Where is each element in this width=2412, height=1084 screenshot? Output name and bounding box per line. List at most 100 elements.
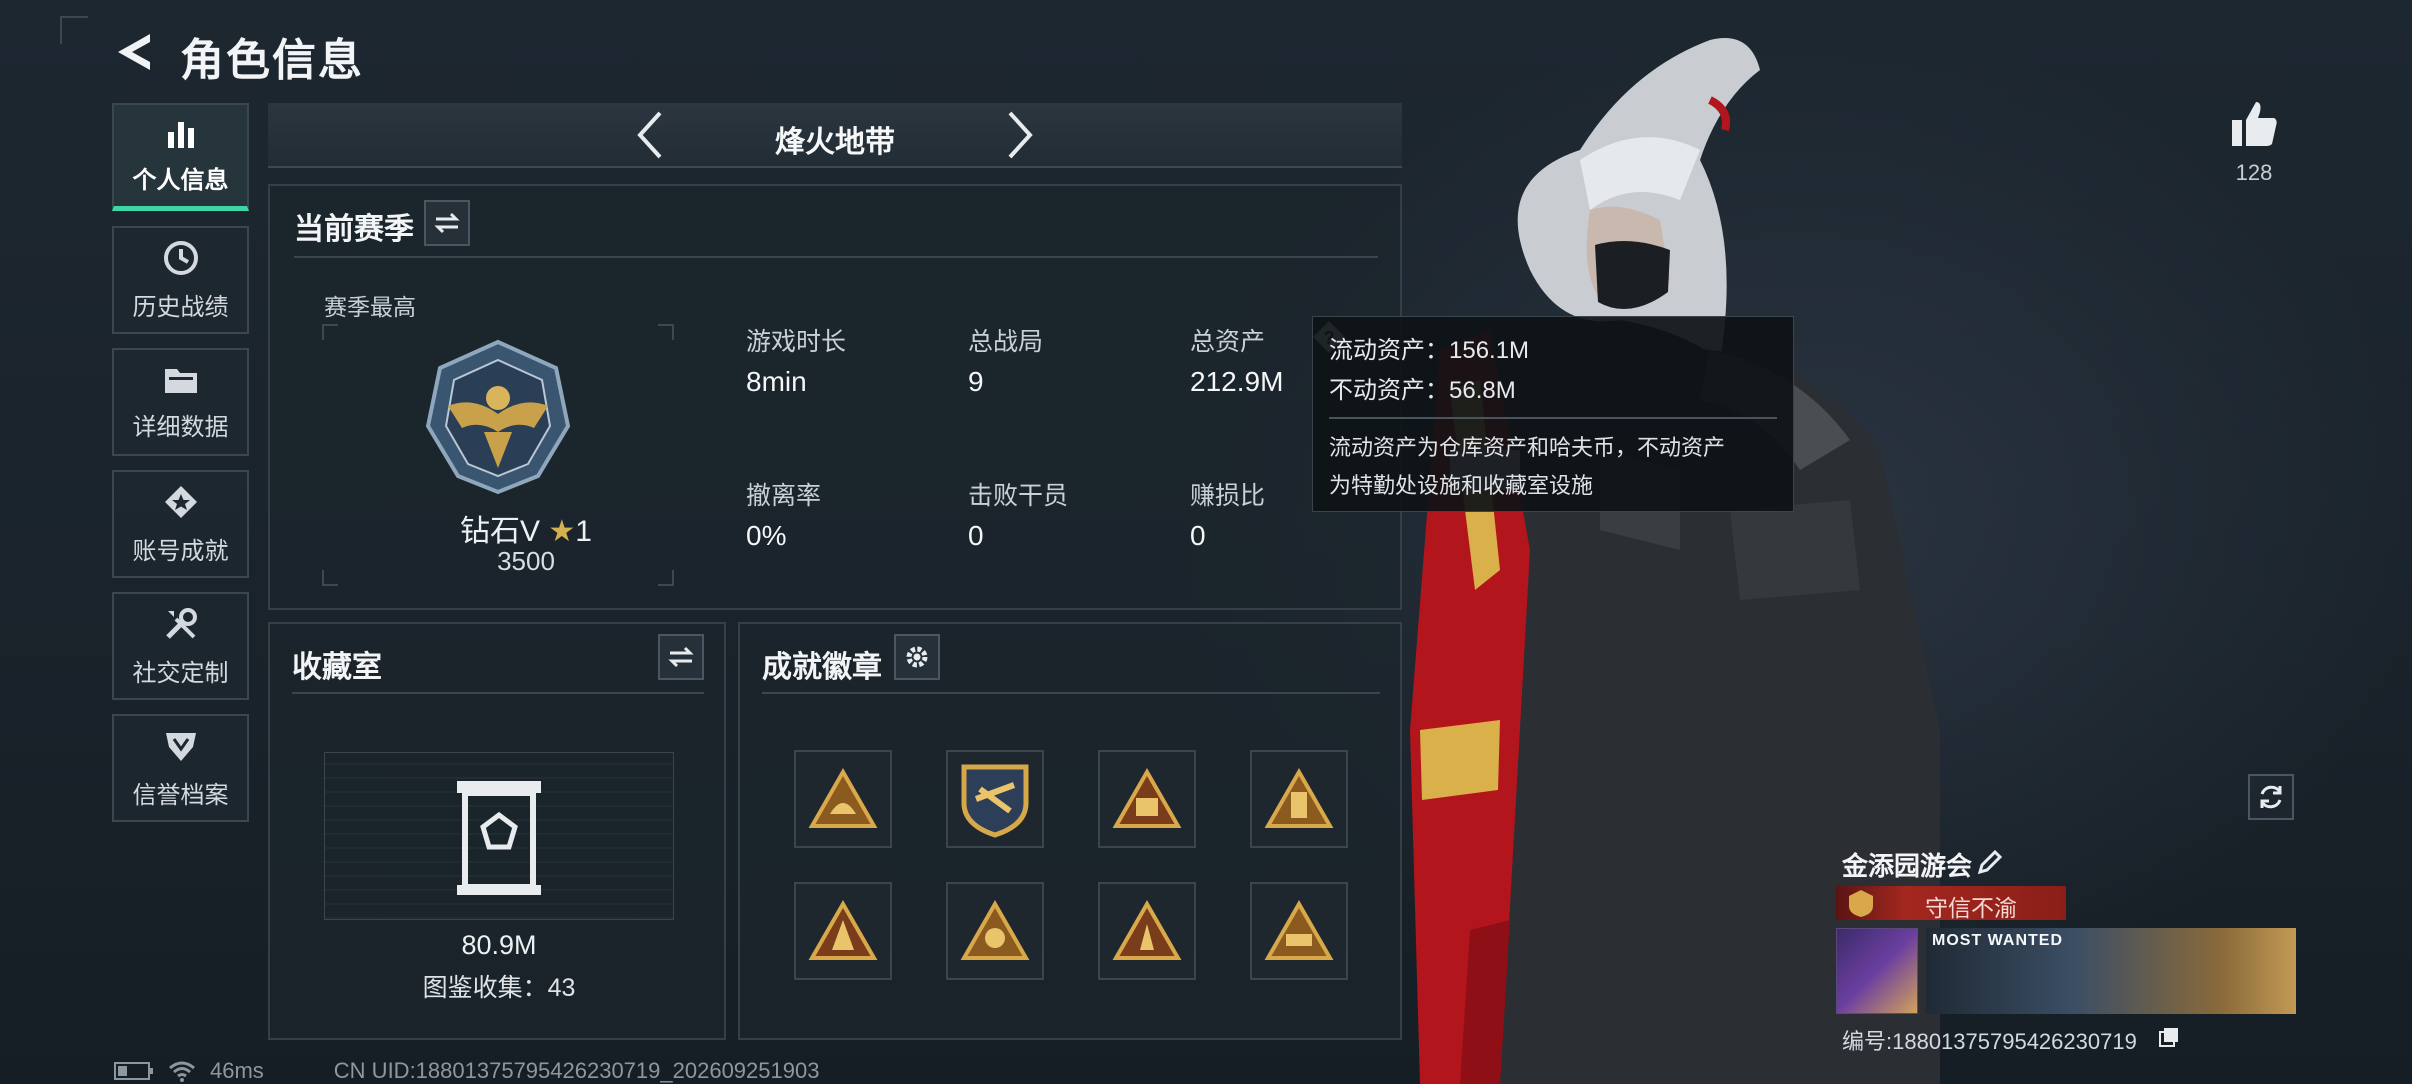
tooltip-desc-line2: 为特勤处设施和收藏室设施 bbox=[1329, 473, 1594, 498]
triangle-badge-icon bbox=[1112, 900, 1182, 960]
collection-room-panel: 收藏室 80.9M 图鉴收集：43 bbox=[268, 622, 726, 1040]
sidebar-item-personal-info[interactable]: 个人信息 bbox=[112, 103, 249, 211]
player-name: 金添园游会 bbox=[1842, 851, 1973, 881]
collection-title: 收藏室 bbox=[292, 651, 382, 684]
triangle-badge-icon bbox=[1264, 900, 1334, 960]
collection-value: 80.9M bbox=[461, 930, 537, 960]
stat-value: 8min bbox=[746, 366, 807, 397]
tooltip-divider bbox=[1329, 417, 1777, 419]
badges-settings-button[interactable] bbox=[894, 634, 940, 680]
ping-value: 46ms bbox=[210, 1058, 264, 1083]
copy-icon bbox=[2159, 1028, 2178, 1047]
current-season-panel: 当前赛季 赛季最高 钻石V ★1 3500 游戏时长 8min 总战局 9 总资… bbox=[268, 184, 1402, 610]
edit-name-button[interactable] bbox=[1976, 848, 2004, 876]
name-card-banner: MOST WANTED bbox=[1926, 928, 2296, 1014]
diamond-rank-emblem-icon bbox=[425, 339, 571, 495]
achievement-badge-slot[interactable] bbox=[946, 882, 1044, 980]
panel-divider bbox=[292, 692, 704, 694]
stat-label: 赚损比 bbox=[1190, 482, 1266, 510]
achievement-badge-slot[interactable] bbox=[1250, 750, 1348, 848]
stat-value: 0 bbox=[968, 520, 984, 551]
player-id: 编号:18801375795426230719 bbox=[1842, 1029, 2137, 1054]
collection-switch-button[interactable] bbox=[658, 634, 704, 680]
battery-icon bbox=[114, 1062, 153, 1080]
sidebar-item-detailed-data[interactable]: 详细数据 bbox=[112, 348, 249, 456]
stat-label: 总战局 bbox=[968, 328, 1044, 356]
liquid-assets: 流动资产：156.1M bbox=[1329, 337, 1530, 364]
stat-label: 游戏时长 bbox=[746, 328, 847, 356]
shield-crest-badge-icon bbox=[961, 764, 1029, 838]
sidebar-item-label: 账号成就 bbox=[132, 537, 229, 565]
asset-tooltip: 流动资产：156.1M 不动资产：56.8M 流动资产为仓库资产和哈夫币，不动资… bbox=[1312, 316, 1794, 512]
triangle-badge-icon bbox=[808, 900, 878, 960]
stat-value: 0% bbox=[746, 520, 787, 551]
gear-icon bbox=[906, 646, 928, 668]
triangle-badge-icon bbox=[1112, 768, 1182, 828]
achievement-badge-slot[interactable] bbox=[1098, 750, 1196, 848]
like-button[interactable] bbox=[2228, 98, 2280, 150]
stat-label: 总资产 bbox=[1190, 328, 1266, 356]
stat-value: 212.9M bbox=[1190, 366, 1284, 397]
banner-text: MOST WANTED bbox=[1932, 932, 2063, 949]
catalog-count: 图鉴收集：43 bbox=[422, 974, 576, 1002]
rank-name-row: 钻石V ★1 bbox=[426, 506, 626, 550]
achievement-badge-slot[interactable] bbox=[1098, 882, 1196, 980]
achievement-badge-slot[interactable] bbox=[794, 750, 892, 848]
collection-preview[interactable] bbox=[324, 752, 674, 920]
fixed-assets: 不动资产：56.8M bbox=[1329, 377, 1516, 404]
next-mode-button[interactable] bbox=[1000, 107, 1040, 163]
corner-decoration bbox=[60, 16, 88, 44]
rank-star-icon: ★ bbox=[548, 515, 576, 548]
title-emblem-icon bbox=[1849, 890, 1873, 917]
history-clock-icon bbox=[163, 240, 198, 275]
achievement-badge-slot[interactable] bbox=[794, 882, 892, 980]
profile-card[interactable]: 金添园游会 守信不渝 MOST WANTED 编号:18801375795426… bbox=[1836, 846, 2296, 1054]
thumbs-up-icon bbox=[2232, 102, 2277, 146]
sidebar-item-label: 详细数据 bbox=[132, 413, 229, 441]
stat-label: 击败干员 bbox=[968, 482, 1069, 510]
title-badge-text: 守信不渝 bbox=[1925, 895, 2017, 921]
refresh-icon bbox=[2260, 785, 2282, 809]
stat-label: 撤离率 bbox=[746, 482, 822, 510]
sidebar-item-social-custom[interactable]: 社交定制 bbox=[112, 592, 249, 700]
page-title: 角色信息 bbox=[180, 36, 364, 85]
pencil-edit-icon bbox=[1977, 849, 2003, 875]
swap-arrows-icon bbox=[668, 646, 694, 668]
mode-selector: 烽火地带 bbox=[268, 103, 1402, 168]
achievement-badges-panel: 成就徽章 bbox=[738, 622, 1402, 1040]
sidebar-item-label: 信誉档案 bbox=[132, 781, 229, 809]
sidebar-item-label: 社交定制 bbox=[132, 659, 229, 687]
achievement-badge-slot[interactable] bbox=[1250, 882, 1348, 980]
uid-line: CN UID:18801375795426230719_202609251903 bbox=[333, 1058, 820, 1083]
sidebar-item-credit-record[interactable]: 信誉档案 bbox=[112, 714, 249, 822]
back-button[interactable] bbox=[110, 28, 158, 76]
wifi-icon bbox=[169, 1061, 195, 1082]
bar-chart-icon bbox=[167, 122, 194, 148]
copy-id-button[interactable] bbox=[2158, 1026, 2180, 1048]
triangle-badge-icon bbox=[808, 768, 878, 828]
folder-icon bbox=[164, 368, 197, 393]
sidebar-item-history[interactable]: 历史战绩 bbox=[112, 226, 249, 334]
sidebar-item-achievements[interactable]: 账号成就 bbox=[112, 470, 249, 578]
tooltip-desc-line1: 流动资产为仓库资产和哈夫币，不动资产 bbox=[1329, 435, 1726, 460]
badges-title: 成就徽章 bbox=[762, 651, 882, 684]
stat-value: 9 bbox=[968, 366, 984, 397]
wrench-tools-icon bbox=[165, 607, 197, 639]
panel-divider bbox=[762, 692, 1380, 694]
sidebar-item-label: 个人信息 bbox=[132, 167, 229, 194]
rotate-model-button[interactable] bbox=[2248, 774, 2294, 820]
achievement-badge-slot[interactable] bbox=[946, 750, 1044, 848]
sidebar-item-label: 历史战绩 bbox=[132, 293, 229, 321]
vault-cabinet-icon bbox=[457, 781, 541, 895]
season-switch-button[interactable] bbox=[424, 200, 470, 246]
shield-badge-icon bbox=[165, 732, 196, 761]
chevron-right-icon bbox=[1008, 111, 1033, 159]
triangle-badge-icon bbox=[960, 900, 1030, 960]
player-avatar bbox=[1836, 928, 1918, 1014]
season-title: 当前赛季 bbox=[294, 213, 414, 246]
rank-score: 3500 bbox=[497, 546, 555, 576]
triangle-badge-icon bbox=[1264, 768, 1334, 828]
mode-title: 烽火地带 bbox=[775, 126, 895, 159]
title-badge: 守信不渝 bbox=[1836, 886, 2066, 921]
status-bar: 46ms CN UID:18801375795426230719_2026092… bbox=[114, 1058, 819, 1084]
